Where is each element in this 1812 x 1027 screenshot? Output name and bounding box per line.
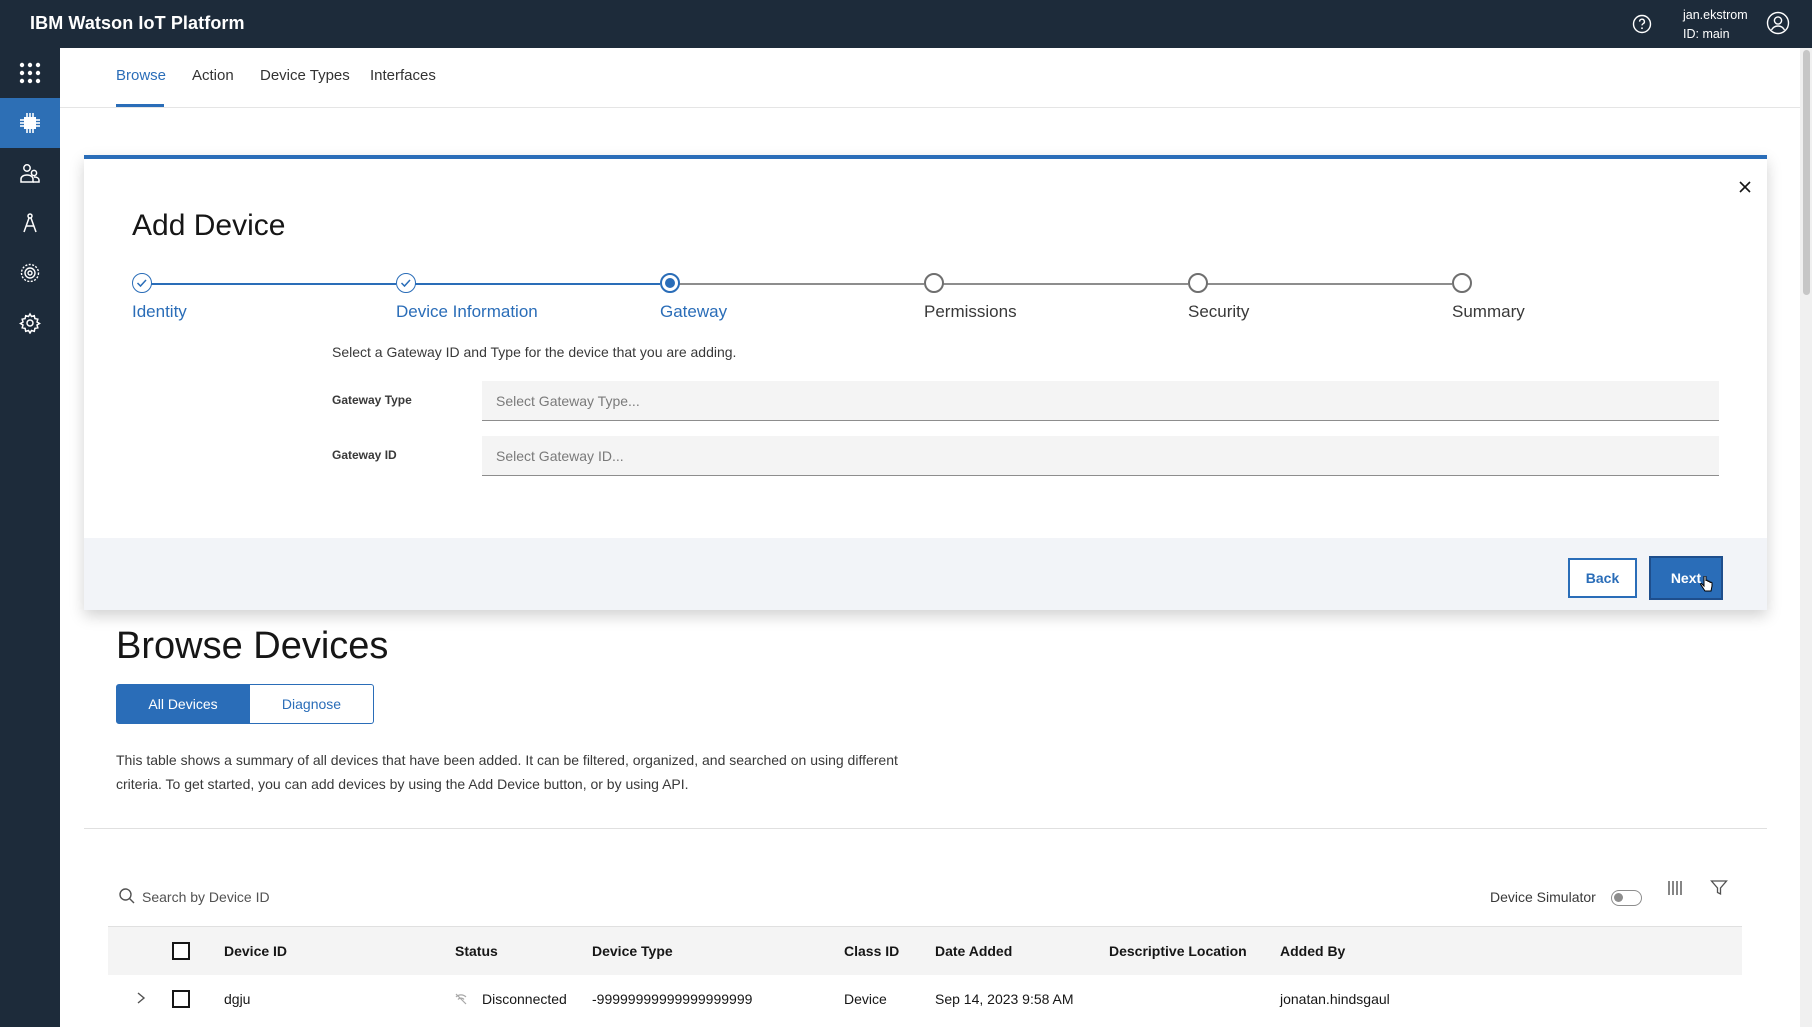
- segment-diagnose[interactable]: Diagnose: [250, 684, 374, 724]
- search-icon: [119, 888, 135, 904]
- tab-interfaces[interactable]: Interfaces: [370, 67, 436, 84]
- step-current-icon: [660, 273, 680, 293]
- page-scrollbar-thumb[interactable]: [1803, 50, 1810, 295]
- user-name: jan.ekstrom: [1683, 8, 1748, 22]
- step-connector: [670, 283, 924, 285]
- gateway-step-description: Select a Gateway ID and Type for the dev…: [332, 344, 737, 360]
- top-bar: IBM Watson IoT Platform jan.ekstrom ID: …: [0, 0, 1812, 48]
- members-icon: [20, 164, 40, 183]
- device-simulator-toggle[interactable]: [1611, 890, 1642, 906]
- device-simulator-label: Device Simulator: [1490, 889, 1596, 905]
- modal-footer: Back Next: [84, 538, 1767, 610]
- select-all-checkbox[interactable]: [172, 942, 190, 960]
- devices-chip-icon: [20, 113, 40, 133]
- step-connector: [934, 283, 1188, 285]
- column-status[interactable]: Status: [455, 943, 498, 959]
- cell-device-type: -99999999999999999999: [592, 991, 753, 1007]
- disconnected-icon: [455, 993, 467, 1005]
- user-id: ID: main: [1683, 27, 1730, 41]
- step-device-information[interactable]: Device Information: [396, 302, 538, 322]
- nav-devices[interactable]: [0, 98, 60, 148]
- cell-added-by: jonatan.hindsgaul: [1280, 991, 1390, 1007]
- hand-cursor-icon: [1700, 576, 1713, 592]
- user-avatar-icon[interactable]: [1766, 11, 1790, 35]
- step-connector: [406, 283, 660, 285]
- app-title[interactable]: IBM Watson IoT Platform: [30, 13, 245, 34]
- gateway-type-label: Gateway Type: [332, 393, 412, 407]
- section-divider: [84, 828, 1767, 829]
- help-icon[interactable]: [1632, 14, 1652, 34]
- column-device-type[interactable]: Device Type: [592, 943, 673, 959]
- cell-device-id: dgju: [224, 991, 251, 1007]
- browse-description: This table shows a summary of all device…: [116, 752, 898, 792]
- step-incomplete-icon: [1452, 273, 1472, 293]
- column-added-by[interactable]: Added By: [1280, 943, 1345, 959]
- gateway-id-placeholder: Select Gateway ID...: [496, 447, 624, 464]
- table-header: Device ID Status Device Type Class ID Da…: [108, 926, 1742, 976]
- cell-date-added: Sep 14, 2023 9:58 AM: [935, 991, 1074, 1007]
- cell-class-id: Device: [844, 991, 887, 1007]
- step-complete-icon: [132, 273, 152, 293]
- filter-icon[interactable]: [1710, 879, 1728, 897]
- sub-nav: Browse Action Device Types Interfaces: [60, 48, 1800, 108]
- column-descriptive-location[interactable]: Descriptive Location: [1109, 943, 1247, 959]
- step-permissions[interactable]: Permissions: [924, 302, 1017, 322]
- chevron-right-icon[interactable]: [135, 991, 147, 1005]
- back-button[interactable]: Back: [1568, 558, 1637, 598]
- column-device-id[interactable]: Device ID: [224, 943, 287, 959]
- settings-gear-icon: [19, 312, 41, 334]
- gateway-type-placeholder: Select Gateway Type...: [496, 392, 640, 409]
- step-complete-icon: [396, 273, 416, 293]
- nav-members[interactable]: [0, 148, 60, 198]
- row-checkbox[interactable]: [172, 990, 190, 1008]
- table-row[interactable]: dgju Disconnected -99999999999999999999 …: [108, 975, 1742, 1027]
- step-incomplete-icon: [924, 273, 944, 293]
- cell-status: Disconnected: [482, 991, 567, 1007]
- nav-app-grid[interactable]: [0, 48, 60, 98]
- search-input[interactable]: [140, 880, 544, 914]
- apps-compass-icon: [23, 213, 37, 233]
- gateway-id-label: Gateway ID: [332, 448, 397, 462]
- tab-action[interactable]: Action: [192, 67, 234, 84]
- nav-security[interactable]: [0, 248, 60, 298]
- step-connector: [142, 283, 396, 285]
- security-badge-icon: [20, 263, 40, 283]
- app-grid-icon: [19, 62, 41, 84]
- column-class-id[interactable]: Class ID: [844, 943, 899, 959]
- step-security[interactable]: Security: [1188, 302, 1249, 322]
- segment-all-devices[interactable]: All Devices: [116, 684, 250, 724]
- step-connector: [1198, 283, 1452, 285]
- tab-browse[interactable]: Browse: [116, 67, 166, 84]
- step-incomplete-icon: [1188, 273, 1208, 293]
- user-info[interactable]: jan.ekstrom ID: main: [1683, 6, 1748, 44]
- modal-title: Add Device: [132, 209, 286, 242]
- gateway-id-select[interactable]: Select Gateway ID...: [482, 436, 1719, 476]
- step-summary[interactable]: Summary: [1452, 302, 1525, 322]
- gateway-type-select[interactable]: Select Gateway Type...: [482, 381, 1719, 421]
- nav-settings[interactable]: [0, 298, 60, 348]
- side-nav: [0, 48, 60, 1027]
- step-identity[interactable]: Identity: [132, 302, 187, 322]
- add-device-modal: Add Device Identity Device Information G…: [84, 155, 1767, 610]
- nav-apps[interactable]: [0, 198, 60, 248]
- column-date-added[interactable]: Date Added: [935, 943, 1012, 959]
- step-gateway[interactable]: Gateway: [660, 302, 727, 322]
- active-tab-indicator: [116, 104, 164, 107]
- close-icon[interactable]: [1736, 178, 1754, 196]
- column-settings-icon[interactable]: [1666, 879, 1684, 897]
- browse-devices-title: Browse Devices: [116, 625, 389, 667]
- toggle-knob: [1614, 893, 1623, 902]
- tab-device-types[interactable]: Device Types: [260, 67, 350, 84]
